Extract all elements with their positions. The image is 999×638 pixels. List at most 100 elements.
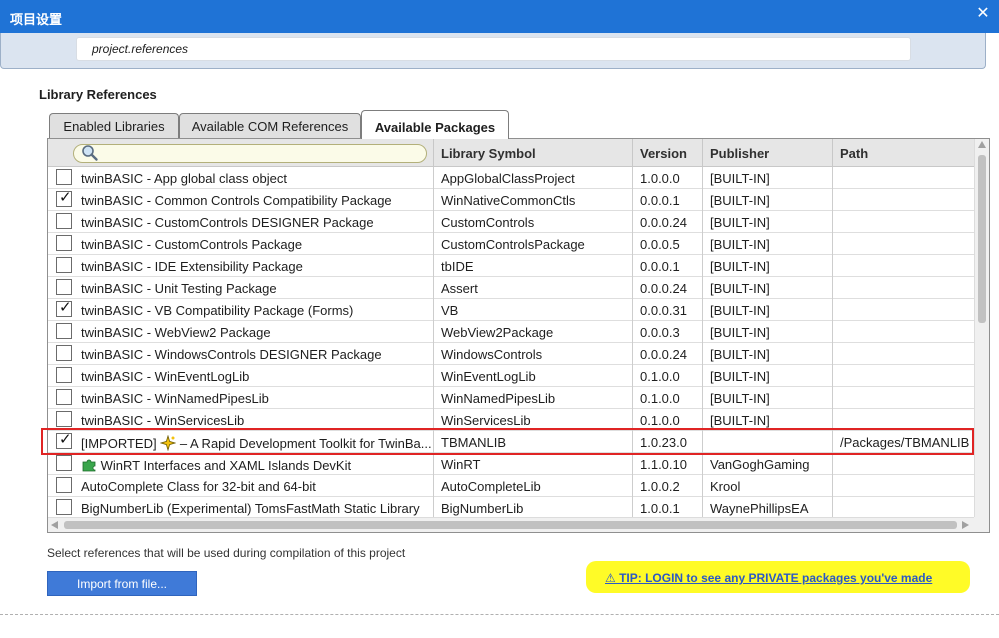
- row-library-symbol-cell: WebView2Package: [434, 321, 633, 343]
- reference-checkbox[interactable]: [56, 279, 72, 295]
- reference-checkbox[interactable]: ✓: [56, 431, 72, 449]
- row-name-cell: twinBASIC - Unit Testing Package: [48, 277, 434, 299]
- table-row[interactable]: ✓ twinBASIC - VB Compatibility Package (F…: [48, 299, 974, 321]
- row-publisher-cell: [BUILT-IN]: [703, 189, 833, 211]
- table-row[interactable]: twinBASIC - WinEventLogLib WinEventLogLib…: [48, 365, 974, 387]
- row-path-cell: [833, 453, 974, 475]
- row-version-cell: 1.0.0.0: [633, 167, 703, 189]
- reference-checkbox[interactable]: [56, 411, 72, 427]
- row-publisher-cell: [BUILT-IN]: [703, 365, 833, 387]
- reference-checkbox[interactable]: [56, 257, 72, 273]
- row-publisher-cell: [BUILT-IN]: [703, 387, 833, 409]
- row-path-cell: [833, 211, 974, 233]
- row-path-cell: [833, 321, 974, 343]
- table-row[interactable]: twinBASIC - WinServicesLib WinServicesLib…: [48, 409, 974, 431]
- imported-prefix: [IMPORTED]: [81, 436, 157, 451]
- tab-enabled-libraries[interactable]: Enabled Libraries: [49, 113, 179, 138]
- row-path-cell: [833, 343, 974, 365]
- row-library-symbol-cell: CustomControls: [434, 211, 633, 233]
- table-row[interactable]: twinBASIC - WebView2 Package WebView2Pack…: [48, 321, 974, 343]
- tab-available-com-references[interactable]: Available COM References: [179, 113, 361, 138]
- row-publisher-cell: [BUILT-IN]: [703, 321, 833, 343]
- settings-search-input[interactable]: project.references: [76, 37, 911, 61]
- header-path[interactable]: Path: [833, 139, 974, 167]
- login-tip-link[interactable]: ⚠ TIP: LOGIN to see any PRIVATE packages…: [586, 561, 970, 593]
- reference-checkbox[interactable]: [56, 455, 72, 471]
- package-name: – A Rapid Development Toolkit for TwinBa…: [179, 436, 432, 451]
- package-name: twinBASIC - Unit Testing Package: [81, 281, 277, 296]
- reference-checkbox[interactable]: [56, 345, 72, 361]
- row-version-cell: 0.0.0.1: [633, 189, 703, 211]
- row-publisher-cell: [BUILT-IN]: [703, 277, 833, 299]
- reference-checkbox[interactable]: [56, 477, 72, 493]
- row-version-cell: 0.1.0.0: [633, 387, 703, 409]
- close-icon[interactable]: ✕: [975, 5, 991, 23]
- table-row[interactable]: twinBASIC - WinNamedPipesLib WinNamedPipe…: [48, 387, 974, 409]
- vertical-scrollbar[interactable]: [974, 139, 989, 517]
- package-name: twinBASIC - CustomControls Package: [81, 237, 303, 252]
- row-publisher-cell: Krool: [703, 475, 833, 497]
- footer-hint: Select references that will be used duri…: [47, 546, 406, 560]
- row-version-cell: 0.0.0.24: [633, 343, 703, 365]
- reference-checkbox[interactable]: [56, 213, 72, 229]
- package-name: twinBASIC - CustomControls DESIGNER Pack…: [81, 215, 374, 230]
- reference-checkbox[interactable]: ✓: [56, 190, 72, 207]
- scroll-left-arrow-icon[interactable]: [51, 521, 58, 529]
- reference-checkbox[interactable]: [56, 235, 72, 251]
- table-row[interactable]: twinBASIC - Unit Testing Package Assert 0.…: [48, 277, 974, 299]
- section-title: Library References: [39, 87, 157, 102]
- settings-search-band: project.references: [0, 33, 986, 69]
- horizontal-scrollbar[interactable]: [48, 517, 974, 532]
- row-publisher-cell: [BUILT-IN]: [703, 255, 833, 277]
- table-row[interactable]: twinBASIC - CustomControls Package Custom…: [48, 233, 974, 255]
- package-name: BigNumberLib (Experimental) TomsFastMath…: [81, 501, 420, 516]
- row-path-cell: [833, 233, 974, 255]
- import-from-file-button[interactable]: Import from file...: [47, 571, 197, 596]
- references-grid: Library Symbol Version Publisher Path tw…: [47, 138, 990, 533]
- vertical-scroll-thumb[interactable]: [978, 155, 986, 323]
- table-row[interactable]: AutoComplete Class for 32-bit and 64-bit…: [48, 475, 974, 497]
- table-row[interactable]: twinBASIC - IDE Extensibility Package tbI…: [48, 255, 974, 277]
- row-library-symbol-cell: TBMANLIB: [434, 431, 633, 453]
- row-path-cell: [833, 409, 974, 431]
- package-name: twinBASIC - IDE Extensibility Package: [81, 259, 303, 274]
- row-library-symbol-cell: CustomControlsPackage: [434, 233, 633, 255]
- table-row[interactable]: BigNumberLib (Experimental) TomsFastMath…: [48, 497, 974, 517]
- table-row[interactable]: ✓ [IMPORTED] – A Rapid Development Toolki…: [48, 431, 974, 453]
- title-bar: 项目设置 ✕: [0, 0, 999, 33]
- table-row[interactable]: ✓ twinBASIC - Common Controls Compatibili…: [48, 189, 974, 211]
- reference-checkbox[interactable]: [56, 323, 72, 339]
- row-library-symbol-cell: VB: [434, 299, 633, 321]
- checkmark-icon: ✓: [59, 299, 72, 316]
- header-library-symbol[interactable]: Library Symbol: [434, 139, 633, 167]
- table-row[interactable]: twinBASIC - App global class object AppGl…: [48, 167, 974, 189]
- row-version-cell: 0.0.0.31: [633, 299, 703, 321]
- tab-available-packages[interactable]: Available Packages: [361, 110, 509, 139]
- magnifier-icon: [82, 145, 98, 161]
- reference-checkbox[interactable]: [56, 389, 72, 405]
- header-version[interactable]: Version: [633, 139, 703, 167]
- scroll-up-arrow-icon[interactable]: [978, 141, 986, 148]
- row-path-cell: [833, 189, 974, 211]
- reference-checkbox[interactable]: [56, 499, 72, 515]
- row-name-cell: twinBASIC - App global class object: [48, 167, 434, 189]
- divider: [0, 614, 999, 615]
- row-path-cell: /Packages/TBMANLIB: [840, 435, 970, 450]
- package-name: twinBASIC - WebView2 Package: [81, 325, 271, 340]
- row-path-cell: [833, 277, 974, 299]
- row-library-symbol-cell: WinRT: [434, 453, 633, 475]
- window-title: 项目设置: [10, 12, 63, 27]
- reference-checkbox[interactable]: [56, 169, 72, 185]
- scroll-right-arrow-icon[interactable]: [962, 521, 969, 529]
- table-row[interactable]: twinBASIC - CustomControls DESIGNER Pack…: [48, 211, 974, 233]
- table-row[interactable]: WinRT Interfaces and XAML Islands DevKit…: [48, 453, 974, 475]
- row-library-symbol-cell: tbIDE: [434, 255, 633, 277]
- horizontal-scroll-thumb[interactable]: [64, 521, 957, 529]
- reference-checkbox[interactable]: [56, 367, 72, 383]
- filter-input[interactable]: [73, 144, 427, 163]
- table-row[interactable]: twinBASIC - WindowsControls DESIGNER Pac…: [48, 343, 974, 365]
- header-publisher[interactable]: Publisher: [703, 139, 833, 167]
- grid-rows: twinBASIC - App global class object AppGl…: [48, 167, 974, 517]
- reference-checkbox[interactable]: ✓: [56, 299, 72, 317]
- checkmark-icon: ✓: [59, 431, 72, 448]
